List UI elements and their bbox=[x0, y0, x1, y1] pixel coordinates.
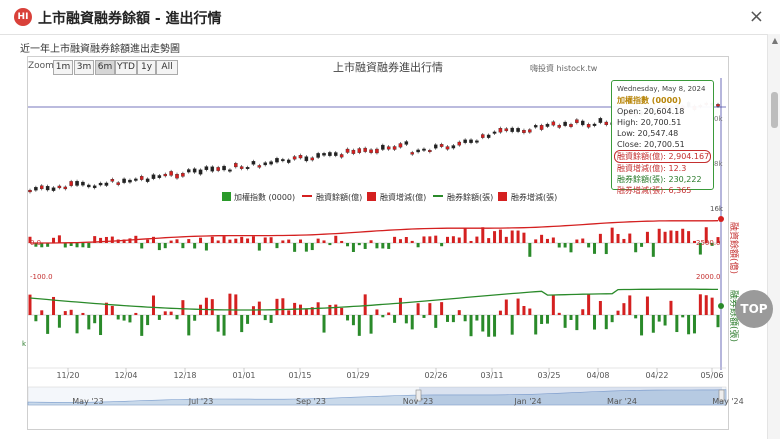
chart-subtitle: 近一年上市融資融券餘額進出走勢圖 bbox=[20, 44, 180, 55]
tooltip-high: High: 20,700.51 bbox=[617, 118, 682, 127]
zoom-6m-button[interactable]: 6m bbox=[95, 60, 115, 75]
data-tooltip: Wednesday, May 8, 2024 加權指數 (0000) Open:… bbox=[611, 80, 714, 195]
zoom-3m-button[interactable]: 3m bbox=[74, 60, 94, 75]
tooltip-short-balance: 融券餘額(張): 230,222 bbox=[617, 175, 702, 184]
tooltip-short-change: 融券增減(張): 6,365 bbox=[617, 186, 692, 195]
tooltip-date: Wednesday, May 8, 2024 bbox=[617, 85, 706, 93]
scrollbar-thumb[interactable] bbox=[771, 92, 778, 128]
tooltip-index-name: 加權指數 (0000) bbox=[617, 96, 682, 105]
zoom-label: Zoom bbox=[28, 61, 54, 71]
zoom-1m-button[interactable]: 1m bbox=[53, 60, 73, 75]
zoom-ytd-button[interactable]: YTD bbox=[115, 60, 137, 75]
zoom-1y-button[interactable]: 1y bbox=[137, 60, 156, 75]
right-axis-title-margin: 融資餘額(億) bbox=[728, 222, 740, 274]
back-to-top-button[interactable]: TOP bbox=[735, 290, 773, 328]
title-bar: HI 上市融資融券餘額 - 進出行情 × bbox=[0, 0, 780, 35]
histock-logo-icon: HI bbox=[14, 8, 32, 26]
tooltip-open: Open: 20,604.18 bbox=[617, 107, 685, 116]
tooltip-margin-change: 融資增減(億): 12.3 bbox=[617, 164, 687, 173]
close-icon[interactable]: × bbox=[749, 6, 764, 27]
zoom-all-button[interactable]: All bbox=[156, 60, 178, 75]
tooltip-close: Close: 20,700.51 bbox=[617, 140, 685, 149]
page-title: 上市融資融券餘額 - 進出行情 bbox=[38, 11, 222, 27]
scroll-up-arrow-icon[interactable]: ▲ bbox=[772, 36, 778, 45]
tooltip-low: Low: 20,547.48 bbox=[617, 129, 679, 138]
tooltip-margin-balance: 融資餘額(億): 2,904.167 bbox=[614, 150, 711, 163]
